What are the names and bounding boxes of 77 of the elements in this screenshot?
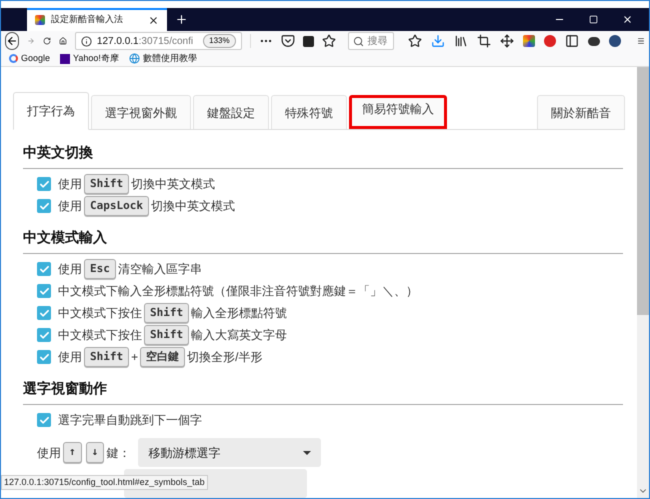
status-url-tooltip: 127.0.0.1:30715/config_tool.html#ez_symbols_tab [1, 474, 208, 490]
checkbox[interactable] [37, 328, 51, 342]
app-icon [35, 15, 45, 26]
url-host: 127.0.0.1 [96, 34, 139, 49]
star-icon[interactable] [408, 34, 422, 48]
download-icon[interactable] [431, 34, 446, 48]
info-icon [80, 36, 92, 47]
search-placeholder: 搜尋 [368, 34, 388, 49]
section-heading: 中文模式輸入 [23, 228, 623, 254]
checkbox[interactable] [37, 350, 51, 364]
url-path: :30715/confi [138, 34, 194, 49]
maximize-icon[interactable] [589, 14, 598, 24]
bookmark-item[interactable]: Yahoo!奇摩 [73, 52, 119, 66]
crop-icon[interactable] [477, 34, 492, 48]
option-label: 中文模式下按住 [58, 305, 142, 322]
caret-icon [303, 450, 312, 454]
globe-icon [128, 53, 140, 64]
dropdown[interactable]: 移動游標選字 [138, 438, 322, 467]
zoom-badge[interactable]: 133% [203, 34, 236, 48]
option-label: 選字完畢自動跳到下一個字 [58, 412, 202, 429]
settings-tab[interactable]: 特殊符號 [271, 95, 347, 129]
key-cap: ↓ [86, 442, 104, 463]
checkbox[interactable] [37, 306, 51, 320]
option-label: + [131, 349, 138, 366]
new-tab-icon[interactable] [175, 12, 188, 26]
option-label: 使用 [58, 198, 82, 215]
key-cap: Shift [144, 324, 190, 346]
section-heading: 中英文切換 [23, 143, 623, 169]
checkbox[interactable] [37, 199, 51, 213]
option-label: 鍵： [106, 444, 130, 462]
option-label: 輸入大寫英文字母 [191, 327, 288, 344]
key-cap: Shift [84, 346, 130, 368]
option-label: 使用 [37, 444, 61, 462]
option-label: 使用 [58, 176, 82, 193]
tab-title: 設定新酷音輸入法 [51, 13, 124, 26]
star-icon[interactable] [322, 34, 336, 48]
key-cap: Esc [84, 258, 116, 280]
checkbox[interactable] [37, 413, 51, 427]
option-label: 中文模式下按住 [58, 327, 142, 344]
address-bar[interactable]: 127.0.0.1:30715/confi 133% [74, 32, 242, 50]
key-cap: 空白鍵 [140, 346, 186, 368]
option-label: 切換中英文模式 [150, 198, 235, 215]
browser-tab[interactable]: 設定新酷音輸入法 [27, 8, 167, 31]
sidebar-icon[interactable] [565, 34, 580, 48]
checkbox[interactable] [37, 177, 51, 191]
settings-tab[interactable]: 鍵盤設定 [193, 95, 269, 129]
close-icon[interactable] [622, 14, 633, 25]
section-heading: 選字視窗動作 [23, 379, 623, 405]
settings-tab[interactable]: 簡易符號輸入 [349, 95, 447, 129]
pocket-icon[interactable] [280, 34, 295, 48]
option-label: 輸入全形標點符號 [191, 305, 288, 322]
bookmark-item[interactable]: Google [21, 52, 50, 66]
scrollbar[interactable] [637, 67, 649, 498]
settings-tab[interactable]: 選字視窗外觀 [91, 95, 191, 129]
bookmark-item[interactable]: 數體使用教學 [142, 52, 197, 66]
option-label: 切換全形/半形 [187, 349, 262, 366]
option-label: 使用 [58, 349, 82, 366]
option-label: 切換中英文模式 [131, 176, 216, 193]
search-field[interactable]: 搜尋 [348, 32, 394, 50]
back-button[interactable] [5, 32, 19, 50]
settings-tab[interactable]: 打字行為 [13, 92, 89, 130]
google-icon [9, 54, 18, 64]
option-label: 中文模式下輸入全形標點符號（僅限非注音符號對應鍵＝「」＼、） [58, 283, 418, 300]
library-icon[interactable] [454, 34, 468, 48]
key-cap: Shift [84, 174, 130, 194]
option-label: 使用 [58, 261, 82, 278]
move-icon[interactable] [500, 34, 514, 48]
back-arrow-icon [6, 35, 18, 48]
key-cap: ↑ [63, 442, 82, 463]
key-cap: CapsLock [84, 196, 149, 216]
key-cap: Shift [144, 302, 190, 324]
checkbox[interactable] [37, 284, 51, 298]
close-icon[interactable] [148, 14, 159, 26]
option-label: 清空輸入區字串 [118, 261, 202, 278]
search-icon [352, 36, 364, 47]
settings-tab[interactable]: 關於新酷音 [537, 95, 625, 129]
checkbox[interactable] [37, 262, 51, 276]
